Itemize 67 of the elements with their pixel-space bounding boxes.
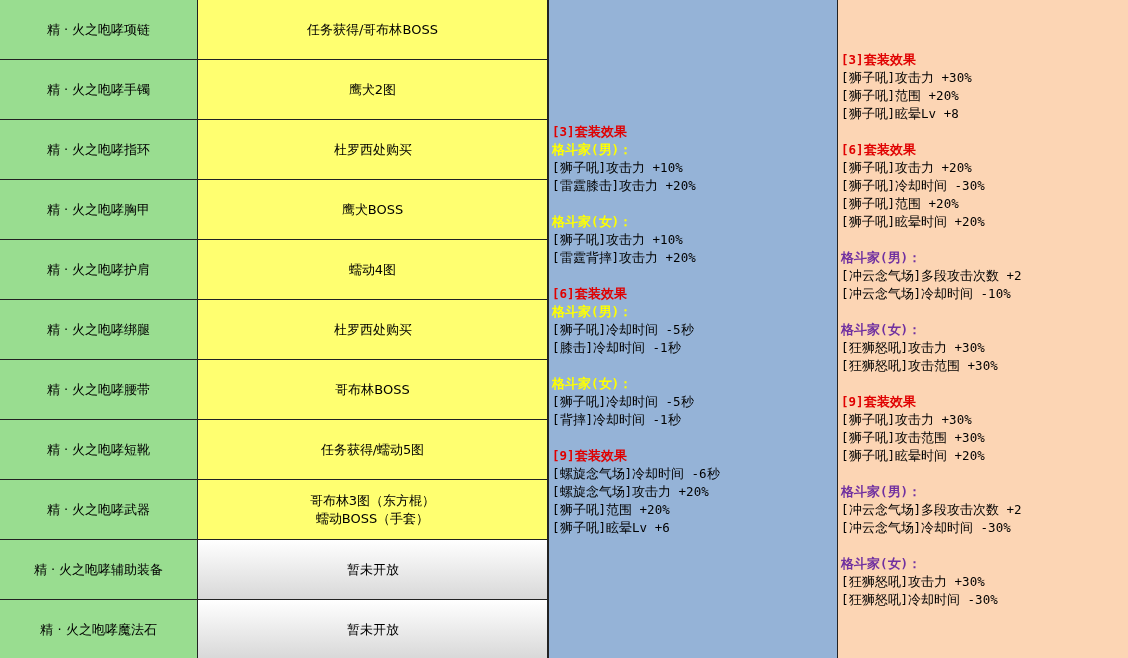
effect-text: [冲云念气场]多段攻击次数 +2	[841, 501, 1022, 519]
set-bonus-heading: [9]套装效果	[841, 393, 917, 411]
class-label: 格斗家(男)：	[841, 249, 923, 267]
class-label: 格斗家(女)：	[841, 555, 923, 573]
effect-text: [狮子吼]范围 +20%	[841, 195, 960, 213]
source-text: 任务获得/哥布林BOSS	[307, 20, 438, 39]
effect-text: [狮子吼]眩晕Lv +6	[552, 519, 671, 537]
effect-text: [狮子吼]冷却时间 -5秒	[552, 321, 694, 339]
set-bonus-heading: [9]套装效果	[552, 447, 628, 465]
source-text: 蠕动BOSS（手套）	[315, 509, 430, 528]
source-text: 哥布林BOSS	[335, 380, 410, 399]
effect-text: [狂狮怒吼]攻击力 +30%	[841, 573, 986, 591]
set-bonus-heading: [3]套装效果	[552, 123, 628, 141]
effect-text: [狮子吼]范围 +20%	[552, 501, 671, 519]
item-name-cell: 精 · 火之咆哮魔法石	[0, 600, 198, 658]
item-name-cell: 精 · 火之咆哮胸甲	[0, 180, 198, 240]
source-text: 暂未开放	[346, 560, 399, 579]
source-text: 杜罗西处购买	[333, 320, 412, 339]
item-name-cell: 精 · 火之咆哮短靴	[0, 420, 198, 480]
effect-text: [冲云念气场]多段攻击次数 +2	[841, 267, 1022, 285]
set-bonus-heading: [3]套装效果	[841, 51, 917, 69]
item-name-cell: 精 · 火之咆哮武器	[0, 480, 198, 540]
source-text: 任务获得/蠕动5图	[320, 440, 425, 459]
class-label: 格斗家(女)：	[841, 321, 923, 339]
class-label: 格斗家(男)：	[841, 483, 923, 501]
effect-text: [狮子吼]攻击力 +30%	[841, 411, 973, 429]
set-bonus-heading: [6]套装效果	[552, 285, 628, 303]
item-name-cell: 精 · 火之咆哮辅助装备	[0, 540, 198, 600]
class-label: 格斗家(女)：	[552, 375, 634, 393]
class-label: 格斗家(男)：	[552, 303, 634, 321]
effect-text: [雷霆膝击]攻击力 +20%	[552, 177, 696, 195]
effect-text: [背摔]冷却时间 -1秒	[552, 411, 682, 429]
effect-text: [冲云念气场]冷却时间 -30%	[841, 519, 1012, 537]
effect-text: [狂狮怒吼]攻击力 +30%	[841, 339, 986, 357]
source-text: 杜罗西处购买	[333, 140, 412, 159]
effect-text: [膝击]冷却时间 -1秒	[552, 339, 682, 357]
source-text: 暂未开放	[346, 620, 399, 639]
effect-text: [螺旋念气场]攻击力 +20%	[552, 483, 710, 501]
class-label: 格斗家(男)：	[552, 141, 634, 159]
item-name-cell: 精 · 火之咆哮指环	[0, 120, 198, 180]
effect-text: [狮子吼]攻击范围 +30%	[841, 429, 985, 447]
effect-text: [狂狮怒吼]攻击范围 +30%	[841, 357, 998, 375]
set-bonus-heading: [6]套装效果	[841, 141, 917, 159]
effect-text: [狮子吼]冷却时间 -5秒	[552, 393, 694, 411]
effect-text: [狮子吼]攻击力 +10%	[552, 231, 684, 249]
effect-text: [狮子吼]眩晕Lv +8	[841, 105, 960, 123]
effect-text: [狮子吼]眩晕时间 +20%	[841, 447, 985, 465]
source-text: 哥布林3图（东方棍）	[309, 491, 436, 510]
source-text: 鹰犬BOSS	[341, 200, 404, 219]
item-name-cell: 精 · 火之咆哮项链	[0, 0, 198, 60]
class-label: 格斗家(女)：	[552, 213, 634, 231]
effect-text: [狂狮怒吼]冷却时间 -30%	[841, 591, 998, 609]
effect-text: [狮子吼]攻击力 +30%	[841, 69, 972, 87]
effect-text: [狮子吼]范围 +20%	[841, 87, 960, 105]
item-name-cell: 精 · 火之咆哮护肩	[0, 240, 198, 300]
effect-text: [狮子吼]攻击力 +10%	[552, 159, 684, 177]
source-text: 鹰犬2图	[348, 80, 397, 99]
effect-text: [螺旋念气场]冷却时间 -6秒	[552, 465, 720, 483]
item-name-cell: 精 · 火之咆哮手镯	[0, 60, 198, 120]
effect-text: [冲云念气场]冷却时间 -10%	[841, 285, 1012, 303]
effect-text: [狮子吼]攻击力 +20%	[841, 159, 973, 177]
source-text: 蠕动4图	[348, 260, 397, 279]
effect-text: [狮子吼]眩晕时间 +20%	[841, 213, 985, 231]
effect-text: [狮子吼]冷却时间 -30%	[841, 177, 985, 195]
item-name-cell: 精 · 火之咆哮腰带	[0, 360, 198, 420]
item-name-cell: 精 · 火之咆哮绑腿	[0, 300, 198, 360]
effect-text: [雷霆背摔]攻击力 +20%	[552, 249, 696, 267]
